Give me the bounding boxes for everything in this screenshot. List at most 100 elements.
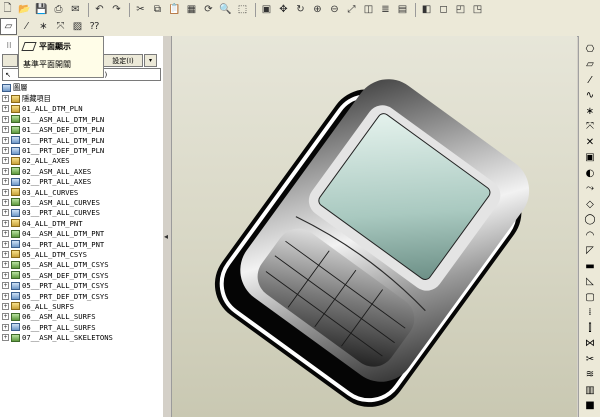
- expand-icon[interactable]: +: [2, 219, 9, 227]
- offset-icon[interactable]: ≋: [583, 368, 597, 382]
- analysis-icon[interactable]: ✕: [583, 135, 597, 149]
- tree-item[interactable]: +02__ASM_ALL_AXES: [2, 166, 152, 176]
- hole-icon[interactable]: ◯: [583, 213, 597, 227]
- revolve-icon[interactable]: ◐: [583, 166, 597, 180]
- expand-icon[interactable]: +: [2, 136, 9, 144]
- trim-icon[interactable]: ✂: [583, 352, 597, 366]
- expand-icon[interactable]: +: [2, 105, 9, 113]
- layers-icon[interactable]: ≣: [378, 2, 393, 17]
- save-icon[interactable]: 💾: [34, 2, 49, 17]
- model-tree-icon[interactable]: ⁝⁝: [2, 38, 16, 52]
- extrude-icon[interactable]: ▣: [583, 151, 597, 165]
- tree-item[interactable]: +05__ASM_ALL_DTM_CSYS: [2, 260, 152, 270]
- copy-icon[interactable]: ⧉: [150, 2, 165, 17]
- spin-icon[interactable]: ↻: [293, 2, 308, 17]
- paste-special-icon[interactable]: ▦: [184, 2, 199, 17]
- expand-icon[interactable]: +: [2, 302, 9, 310]
- tree-item[interactable]: +04__PRT_ALL_DTM_PNT: [2, 239, 152, 249]
- paste-icon[interactable]: 📋: [167, 2, 182, 17]
- shading-icon[interactable]: ◧: [419, 2, 434, 17]
- datum-axis-icon[interactable]: ⁄: [19, 19, 34, 34]
- tree-item[interactable]: +05__ASM_DEF_DTM_CSYS: [2, 270, 152, 280]
- email-icon[interactable]: ✉: [68, 2, 83, 17]
- thicken-icon[interactable]: ▥: [583, 383, 597, 397]
- datum-point-icon[interactable]: ∗: [36, 19, 51, 34]
- refit-icon[interactable]: ⤢: [344, 2, 359, 17]
- annotation-icon[interactable]: ▨: [70, 19, 85, 34]
- hidden-line-icon[interactable]: ◰: [453, 2, 468, 17]
- expand-icon[interactable]: +: [2, 188, 9, 196]
- solidify-icon[interactable]: ■: [583, 399, 597, 413]
- tree-item[interactable]: +04_ALL_DTM_PNT: [2, 218, 152, 228]
- curve-icon[interactable]: ∿: [583, 89, 597, 103]
- sweep-icon[interactable]: ⤳: [583, 182, 597, 196]
- expand-icon[interactable]: +: [2, 334, 9, 342]
- redo-icon[interactable]: ↷: [109, 2, 124, 17]
- graphics-viewport[interactable]: [172, 36, 577, 417]
- model-display-icon[interactable]: ▤: [395, 2, 410, 17]
- tree-item[interactable]: +06__PRT_ALL_SURFS: [2, 322, 152, 332]
- expand-icon[interactable]: +: [2, 178, 9, 186]
- tree-item[interactable]: +02_ALL_AXES: [2, 156, 152, 166]
- expand-icon[interactable]: +: [2, 167, 9, 175]
- print-icon[interactable]: ⎙: [51, 2, 66, 17]
- no-hidden-icon[interactable]: ◳: [470, 2, 485, 17]
- help-icon[interactable]: ⁇: [87, 19, 102, 34]
- expand-icon[interactable]: +: [2, 292, 9, 300]
- repaint-icon[interactable]: ▣: [259, 2, 274, 17]
- settings-button[interactable]: 設定(I): [103, 54, 143, 67]
- wireframe-icon[interactable]: ◻: [436, 2, 451, 17]
- round-icon[interactable]: ◠: [583, 228, 597, 242]
- cut-icon[interactable]: ✂: [133, 2, 148, 17]
- tree-item[interactable]: +05_ALL_DTM_CSYS: [2, 249, 152, 259]
- expand-icon[interactable]: +: [2, 209, 9, 217]
- shell-icon[interactable]: ▢: [583, 290, 597, 304]
- tree-item[interactable]: +01__ASM_ALL_DTM_PLN: [2, 114, 152, 124]
- csys-icon[interactable]: ⤧: [583, 120, 597, 134]
- expand-icon[interactable]: +: [2, 115, 9, 123]
- select-icon[interactable]: ⬚: [235, 2, 250, 17]
- tree-item[interactable]: +04__ASM_ALL_DTM_PNT: [2, 228, 152, 238]
- tree-item[interactable]: +06__ASM_ALL_SURFS: [2, 312, 152, 322]
- expand-icon[interactable]: +: [2, 271, 9, 279]
- undo-icon[interactable]: ↶: [92, 2, 107, 17]
- tree-item[interactable]: +03__PRT_ALL_CURVES: [2, 208, 152, 218]
- tree-item[interactable]: +07__ASM_ALL_SKELETONS: [2, 332, 152, 342]
- datum-plane-icon[interactable]: ▱: [0, 18, 17, 35]
- pattern-icon[interactable]: ⁞: [583, 306, 597, 320]
- merge-icon[interactable]: ⋈: [583, 337, 597, 351]
- expand-icon[interactable]: +: [2, 95, 9, 103]
- tree-item[interactable]: +01__PRT_ALL_DTM_PLN: [2, 135, 152, 145]
- new-icon[interactable]: 🗋: [0, 2, 15, 17]
- zoom-out-icon[interactable]: ⊖: [327, 2, 342, 17]
- tree-item[interactable]: + 隱藏項目: [2, 93, 152, 103]
- tree-item[interactable]: +03__ASM_ALL_CURVES: [2, 197, 152, 207]
- expand-icon[interactable]: +: [2, 261, 9, 269]
- tree-item[interactable]: +05__PRT_DEF_DTM_CSYS: [2, 291, 152, 301]
- point-icon[interactable]: ∗: [583, 104, 597, 118]
- draft-icon[interactable]: ◺: [583, 275, 597, 289]
- open-icon[interactable]: 📂: [17, 2, 32, 17]
- expand-icon[interactable]: +: [2, 230, 9, 238]
- panel-splitter[interactable]: ◂: [163, 36, 172, 417]
- tree-item[interactable]: +06_ALL_SURFS: [2, 301, 152, 311]
- expand-icon[interactable]: +: [2, 282, 9, 290]
- expand-icon[interactable]: +: [2, 250, 9, 258]
- zoom-in-icon[interactable]: ⊕: [310, 2, 325, 17]
- datum-csys-icon[interactable]: ⤧: [53, 19, 68, 34]
- tree-root[interactable]: 圖層: [2, 83, 152, 93]
- datum-plane-icon[interactable]: ▱: [583, 58, 597, 72]
- orient-icon[interactable]: ✥: [276, 2, 291, 17]
- show-button[interactable]: [2, 54, 18, 67]
- expand-icon[interactable]: +: [2, 313, 9, 321]
- mirror-icon[interactable]: ⫿: [583, 321, 597, 335]
- chamfer-icon[interactable]: ◸: [583, 244, 597, 258]
- expand-icon[interactable]: +: [2, 198, 9, 206]
- tree-item[interactable]: +05__PRT_ALL_DTM_CSYS: [2, 280, 152, 290]
- tree-item[interactable]: +03_ALL_CURVES: [2, 187, 152, 197]
- expand-icon[interactable]: +: [2, 323, 9, 331]
- tree-item[interactable]: +02__PRT_ALL_AXES: [2, 177, 152, 187]
- expand-icon[interactable]: +: [2, 126, 9, 134]
- collapse-arrow-icon[interactable]: ◂: [164, 232, 168, 241]
- saved-views-icon[interactable]: ◫: [361, 2, 376, 17]
